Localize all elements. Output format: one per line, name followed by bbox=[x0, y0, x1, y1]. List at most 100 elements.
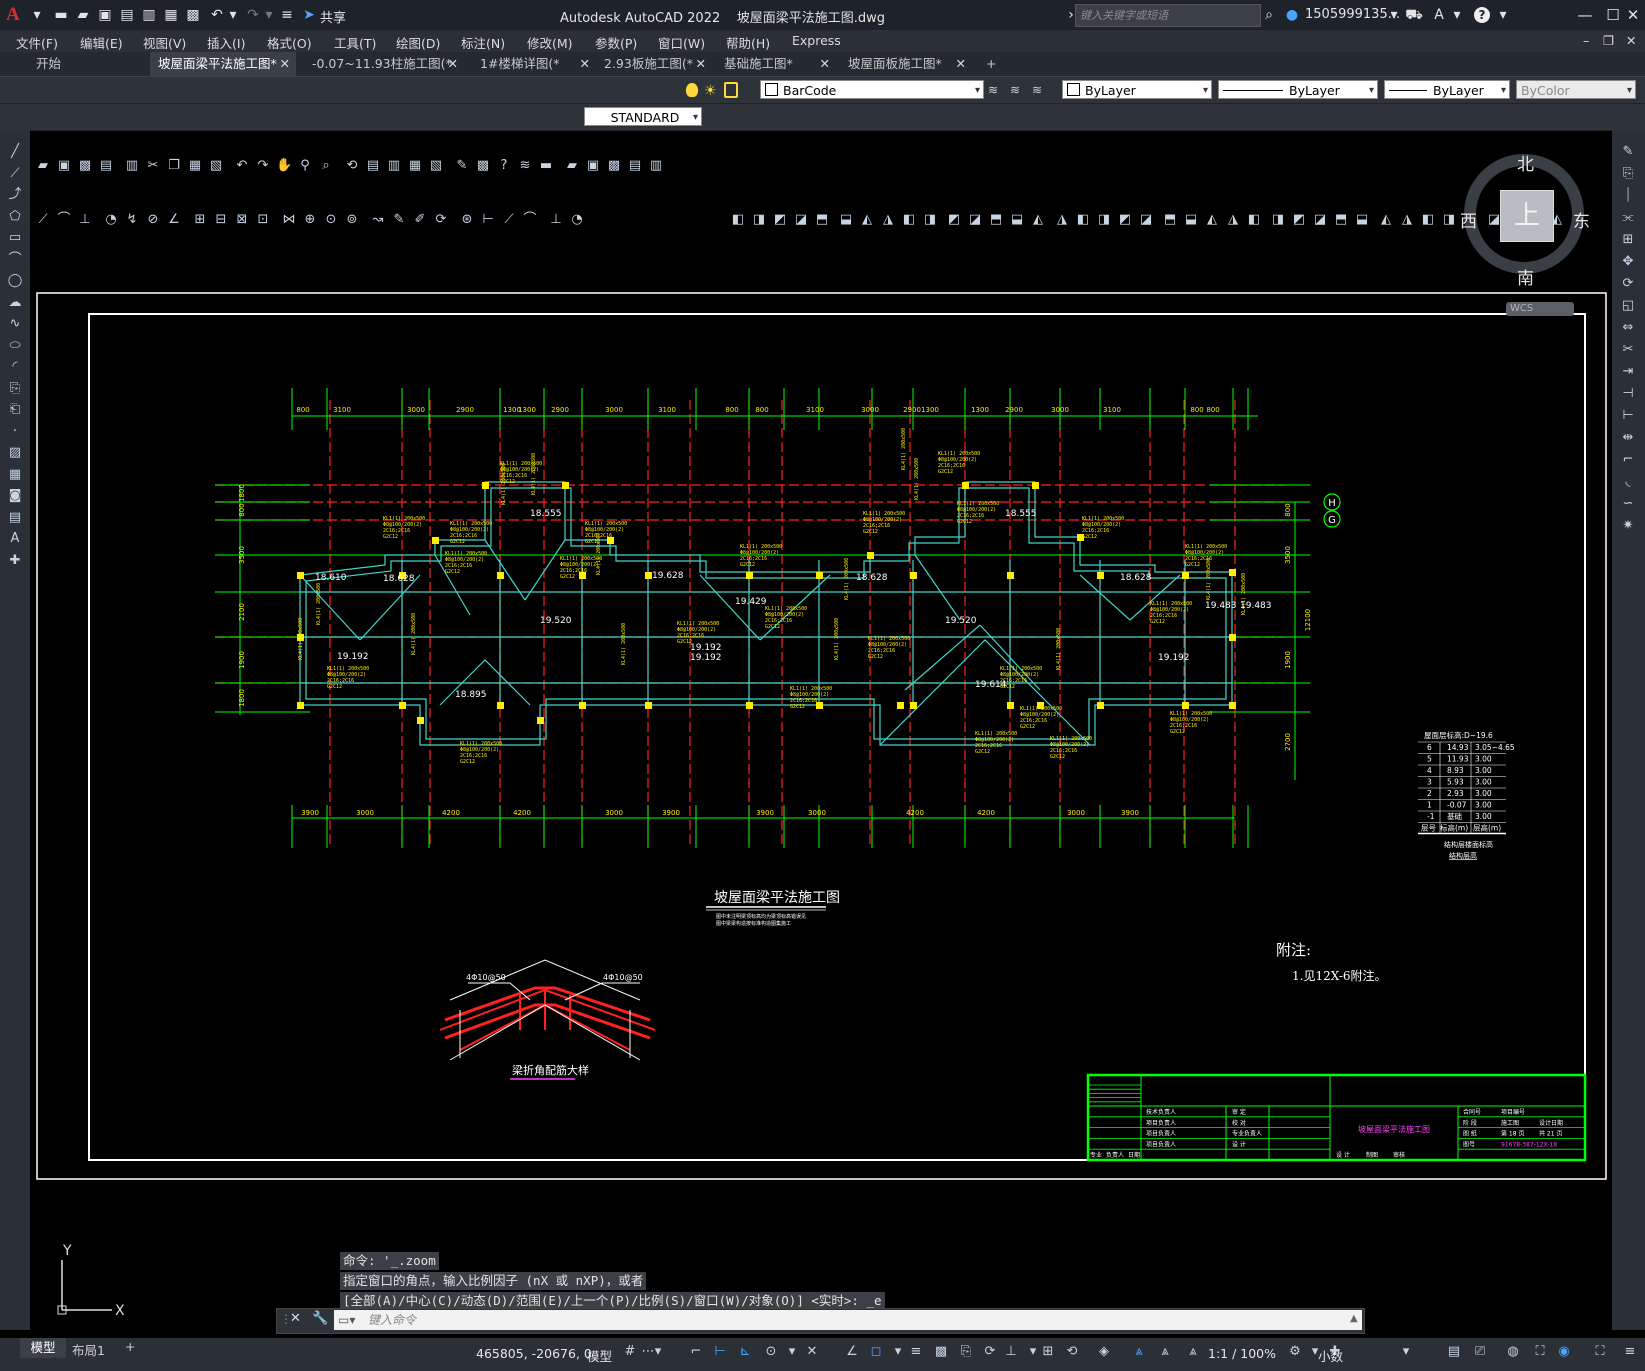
hardware-accel-icon[interactable]: ⎚ bbox=[1472, 1344, 1488, 1360]
autodesk-a360-icon[interactable]: A bbox=[1430, 6, 1448, 24]
command-close-icon[interactable]: ✕ bbox=[290, 1311, 301, 1326]
menu-draw[interactable]: 绘图(D) bbox=[396, 33, 440, 52]
doc-restore-button[interactable]: ❐ bbox=[1603, 33, 1614, 48]
tab-roof-beam[interactable]: 坡屋面梁平法施工图* ✕ bbox=[150, 52, 296, 76]
menu-express[interactable]: Express bbox=[792, 33, 841, 48]
rectangle-icon[interactable]: ▭ bbox=[7, 230, 23, 246]
region-icon[interactable]: ◙ bbox=[7, 488, 23, 504]
coordinate-readout[interactable]: 465805, -20676, 0 bbox=[476, 1346, 592, 1361]
menu-modify[interactable]: 修改(M) bbox=[527, 33, 573, 52]
filter-icon[interactable]: ⊞ bbox=[1040, 1344, 1056, 1360]
search-input[interactable]: 键入关键字或短语 bbox=[1075, 4, 1261, 27]
properties-palette-icon[interactable]: ▤ bbox=[1446, 1344, 1462, 1360]
make-block-icon[interactable]: ⎗ bbox=[7, 402, 23, 418]
blend-curves-icon[interactable]: ∽ bbox=[1620, 496, 1636, 512]
graphics-perf-icon[interactable]: ◉ bbox=[1556, 1344, 1572, 1360]
polar-icon[interactable]: ⊙ bbox=[763, 1344, 779, 1360]
app-menu-chevron-icon[interactable]: ▾ bbox=[28, 6, 46, 24]
hatch-icon[interactable]: ▨ bbox=[7, 445, 23, 461]
table-icon[interactable]: ▤ bbox=[7, 510, 23, 526]
search-icon[interactable]: ⌕ bbox=[1260, 6, 1278, 24]
menu-view[interactable]: 视图(V) bbox=[143, 33, 186, 52]
infer-icon[interactable]: ⌐ bbox=[688, 1344, 704, 1360]
compass-north[interactable]: 北 bbox=[1517, 150, 1534, 175]
polygon-icon[interactable]: ⬠ bbox=[7, 209, 23, 225]
viewcube-face-top[interactable]: 上 bbox=[1500, 190, 1554, 242]
osnap-track-icon[interactable]: ∠ bbox=[844, 1344, 860, 1360]
color-combo[interactable]: ByLayer ▾ bbox=[1062, 80, 1212, 99]
command-input[interactable]: 键入命令 bbox=[334, 1310, 1362, 1330]
units-setting[interactable]: 小数 bbox=[1318, 1346, 1343, 1365]
isodraft-icon[interactable]: ✕ bbox=[804, 1344, 820, 1360]
copy-object-icon[interactable]: ⎘ bbox=[1620, 166, 1636, 182]
autoscale-icon[interactable]: ⩓ bbox=[1157, 1344, 1173, 1360]
tab-foundation[interactable]: 基础施工图* ✕ bbox=[716, 52, 836, 76]
menu-format[interactable]: 格式(O) bbox=[267, 33, 312, 52]
save-as-icon[interactable]: ▤ bbox=[118, 6, 136, 24]
dynamic-ucs-icon[interactable]: ⊥ bbox=[1003, 1344, 1019, 1360]
menu-tools[interactable]: 工具(T) bbox=[334, 33, 376, 52]
construction-line-icon[interactable]: ⟋ bbox=[7, 166, 23, 182]
transparency-icon[interactable]: ▩ bbox=[933, 1344, 949, 1360]
fullscreen-icon[interactable]: ⛶ bbox=[1592, 1344, 1608, 1360]
recent-commands-icon[interactable]: ▭▾ bbox=[338, 1313, 355, 1327]
doc-close-button[interactable]: ✕ bbox=[1626, 33, 1636, 48]
join-icon[interactable]: ⇹ bbox=[1620, 430, 1636, 446]
compass-east[interactable]: 东 bbox=[1573, 207, 1590, 232]
layer-previous-icon[interactable]: ≋ bbox=[1032, 83, 1042, 97]
plotstyle-combo[interactable]: ByColor ▾ bbox=[1516, 80, 1636, 99]
save-icon[interactable]: ▣ bbox=[96, 6, 114, 24]
gradient-icon[interactable]: ▦ bbox=[7, 467, 23, 483]
scale-icon[interactable]: ◱ bbox=[1620, 298, 1636, 314]
doc-minimize-button[interactable]: – bbox=[1583, 33, 1589, 48]
annotation-scale[interactable]: 1:1 / 100% bbox=[1208, 1346, 1276, 1361]
customize-qat-icon[interactable]: ≡ bbox=[278, 6, 296, 24]
share-button[interactable]: 共享 bbox=[320, 7, 346, 26]
save-web-icon[interactable]: ▦ bbox=[162, 6, 180, 24]
snap-icon[interactable]: ⋯ bbox=[640, 1344, 656, 1360]
annotation-visibility-icon[interactable]: ⩓ bbox=[1131, 1344, 1147, 1360]
osnap-dropdown-icon[interactable]: ▾ bbox=[890, 1344, 906, 1360]
user-dropdown-icon[interactable]: ▾ bbox=[1385, 6, 1403, 24]
customize-status-icon[interactable]: ≡ bbox=[1622, 1344, 1638, 1360]
new-tab-button[interactable]: + bbox=[978, 52, 1002, 76]
line-icon[interactable]: ╱ bbox=[7, 144, 23, 160]
share-icon[interactable]: ➤ bbox=[300, 6, 318, 24]
a360-dropdown-icon[interactable]: ▾ bbox=[1448, 6, 1466, 24]
compass-south[interactable]: 南 bbox=[1517, 264, 1534, 289]
undo-dropdown-icon[interactable]: ▾ bbox=[224, 6, 242, 24]
tab-close-icon[interactable]: ✕ bbox=[280, 52, 290, 76]
break-point-icon[interactable]: ⊣ bbox=[1620, 386, 1636, 402]
multiline-text-icon[interactable]: A bbox=[7, 531, 23, 547]
layer-properties-icon[interactable]: ≋ bbox=[988, 83, 998, 97]
ellipse-arc-icon[interactable]: ◜ bbox=[7, 359, 23, 375]
command-customize-icon[interactable]: 🔧 bbox=[312, 1311, 328, 1326]
command-history-toggle-icon[interactable]: ▲ bbox=[1350, 1313, 1358, 1324]
tab-stair[interactable]: 1#楼梯详图(* ✕ bbox=[472, 52, 596, 76]
menu-window[interactable]: 窗口(W) bbox=[658, 33, 705, 52]
move-icon[interactable]: ✥ bbox=[1620, 254, 1636, 270]
model-space-button[interactable]: 模型 bbox=[587, 1346, 612, 1365]
explode-icon[interactable]: ✷ bbox=[1620, 518, 1636, 534]
linetype-combo[interactable]: ByLayer ▾ bbox=[1218, 80, 1378, 99]
tab-close-icon[interactable]: ✕ bbox=[820, 52, 830, 76]
units-dropdown-icon[interactable]: ▾ bbox=[1398, 1344, 1414, 1360]
menu-dimension[interactable]: 标注(N) bbox=[461, 33, 505, 52]
polyline-icon[interactable]: ⤴ bbox=[7, 187, 23, 203]
trim-icon[interactable]: ✂ bbox=[1620, 342, 1636, 358]
menu-file[interactable]: 文件(F) bbox=[16, 33, 58, 52]
ellipse-icon[interactable]: ⬭ bbox=[7, 338, 23, 354]
open-web-icon[interactable]: ▥ bbox=[140, 6, 158, 24]
help-dropdown-icon[interactable]: ▾ bbox=[1494, 6, 1512, 24]
drawing-canvas[interactable]: KL1(1) 200x500Φ8@100/200(2)2C16;2C16G2C1… bbox=[30, 130, 1612, 1338]
annoscale-icon[interactable]: ⩓ bbox=[1185, 1344, 1201, 1360]
close-button[interactable]: ✕ bbox=[1622, 3, 1644, 27]
layer-freeze-icon[interactable]: ☀ bbox=[704, 83, 717, 99]
ortho-icon[interactable]: ⊾ bbox=[737, 1344, 753, 1360]
tab-close-icon[interactable]: ✕ bbox=[580, 52, 590, 76]
tab-column[interactable]: -0.07~11.93柱施工图(* ✕ bbox=[304, 52, 464, 76]
compass-west[interactable]: 西 bbox=[1460, 207, 1477, 232]
insert-block-icon[interactable]: ⎘ bbox=[7, 381, 23, 397]
revision-cloud-icon[interactable]: ☁ bbox=[7, 295, 23, 311]
osnap-icon[interactable]: ◻ bbox=[868, 1344, 884, 1360]
